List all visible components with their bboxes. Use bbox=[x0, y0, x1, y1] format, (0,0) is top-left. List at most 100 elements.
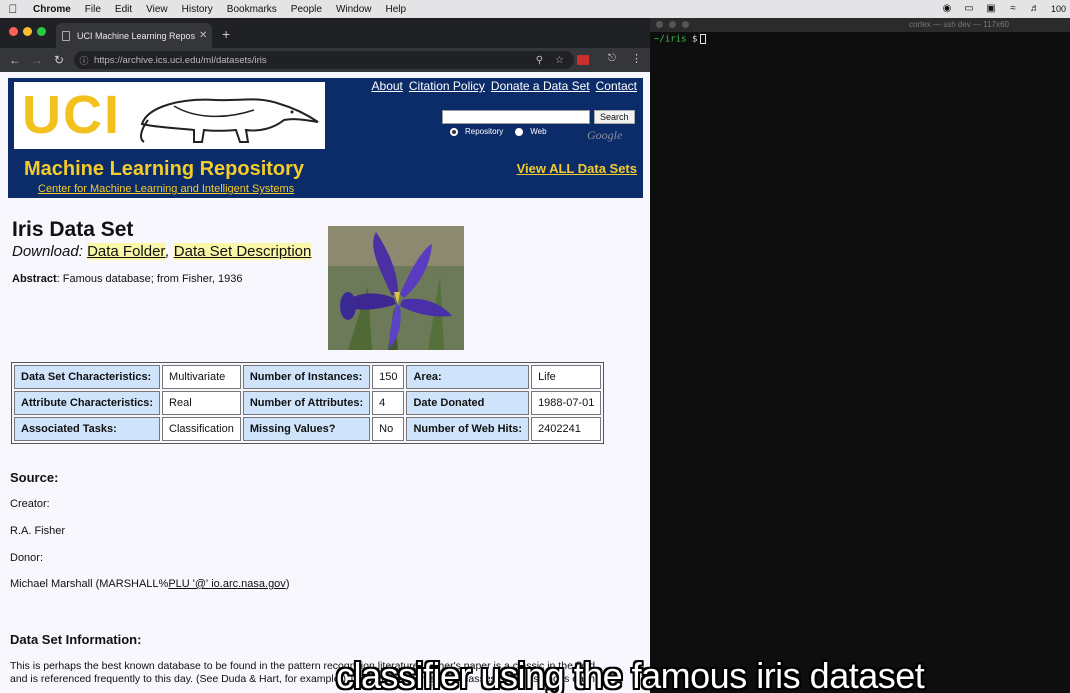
menu-bookmarks[interactable]: Bookmarks bbox=[220, 4, 284, 15]
donor-suffix: ) bbox=[285, 578, 290, 590]
table-cell: Multivariate bbox=[162, 365, 241, 389]
menu-edit[interactable]: Edit bbox=[108, 4, 139, 15]
forward-button[interactable]: → bbox=[26, 53, 48, 67]
center-link[interactable]: Center for Machine Learning and Intellig… bbox=[38, 183, 294, 195]
download-label: Download bbox=[12, 243, 79, 260]
table-header-cell: Associated Tasks: bbox=[14, 417, 161, 441]
chrome-window: UCI Machine Learning Reposito ✕ + ← → ↻ … bbox=[0, 18, 650, 693]
terminal-close-button[interactable] bbox=[656, 21, 663, 28]
tab-title: UCI Machine Learning Reposito bbox=[77, 30, 195, 41]
table-cell: Real bbox=[162, 391, 241, 415]
volume-icon[interactable]: ♬ bbox=[1029, 4, 1041, 14]
menubar-status-area: ◉ ▭ ▣ ≈ ♬ 100 bbox=[941, 4, 1070, 15]
donor-email-link[interactable]: PLU '@' io.arc.nasa.gov bbox=[168, 578, 285, 590]
radio-web-label: Web bbox=[530, 127, 547, 136]
menu-help[interactable]: Help bbox=[379, 4, 414, 15]
prompt-path: ~/iris bbox=[654, 34, 687, 45]
address-bar[interactable]: ⓘ https://archive.ics.uci.edu/ml/dataset… bbox=[74, 51, 574, 69]
table-header-cell: Date Donated bbox=[406, 391, 530, 415]
menu-file[interactable]: File bbox=[78, 4, 108, 15]
table-header-cell: Missing Values? bbox=[242, 417, 371, 441]
terminal-prompt[interactable]: ~/iris $ bbox=[654, 34, 707, 45]
radio-web[interactable] bbox=[515, 127, 524, 136]
terminal-titlebar: cortex — ssh dev — 117x60 bbox=[650, 18, 1070, 32]
menu-people[interactable]: People bbox=[284, 4, 329, 15]
table-cell: Classification bbox=[162, 417, 241, 441]
about-link[interactable]: About bbox=[372, 79, 403, 93]
page-content: UCI Machine Learning Repository Center f… bbox=[0, 72, 650, 693]
iris-flower-image bbox=[328, 226, 464, 350]
screen:  Chrome File Edit View History Bookmark… bbox=[0, 0, 1070, 693]
terminal-window[interactable]: cortex — ssh dev — 117x60 ~/iris $ bbox=[650, 18, 1070, 693]
uci-logo[interactable]: UCI bbox=[14, 82, 325, 149]
zoom-search-icon[interactable]: ⚲ bbox=[536, 55, 543, 66]
bookmark-star-icon[interactable]: ☆ bbox=[555, 55, 564, 66]
creator-label: Creator: bbox=[10, 498, 50, 510]
table-header-cell: Data Set Characteristics: bbox=[14, 365, 161, 389]
table-cell: 1988-07-01 bbox=[531, 391, 602, 415]
menu-window[interactable]: Window bbox=[329, 4, 379, 15]
radio-repository[interactable] bbox=[450, 127, 458, 136]
menu-history[interactable]: History bbox=[175, 4, 220, 15]
table-header-cell: Number of Attributes: bbox=[242, 391, 371, 415]
abstract-text: : Famous database; from Fisher, 1936 bbox=[56, 273, 243, 285]
prompt-symbol: $ bbox=[691, 34, 698, 45]
contact-link[interactable]: Contact bbox=[596, 79, 637, 93]
table-cell: 4 bbox=[372, 391, 405, 415]
menu-app-name[interactable]: Chrome bbox=[26, 4, 78, 15]
google-logo: Google bbox=[587, 128, 623, 142]
back-button[interactable]: ← bbox=[4, 53, 26, 67]
cast-icon[interactable]: ⎋ bbox=[608, 53, 616, 64]
view-all-datasets-link[interactable]: View ALL Data Sets bbox=[517, 161, 637, 176]
repository-title[interactable]: Machine Learning Repository bbox=[24, 158, 304, 181]
tab-strip: UCI Machine Learning Reposito ✕ + bbox=[0, 18, 650, 48]
abstract-label: Abstract bbox=[12, 273, 57, 285]
battery-percent: 100 bbox=[1050, 4, 1066, 14]
table-header-cell: Area: bbox=[406, 365, 530, 389]
window-minimize-button[interactable] bbox=[23, 27, 32, 36]
video-subtitle: classifier using the famous iris dataset bbox=[336, 655, 925, 693]
citation-policy-link[interactable]: Citation Policy bbox=[409, 79, 485, 93]
airplay-icon[interactable]: ▭ bbox=[963, 4, 975, 14]
macos-menubar:  Chrome File Edit View History Bookmark… bbox=[0, 0, 1070, 18]
radio-repository-label: Repository bbox=[465, 127, 504, 136]
dataset-information-heading: Data Set Information: bbox=[10, 632, 142, 647]
apple-icon[interactable]:  bbox=[0, 2, 26, 16]
chrome-menu-icon[interactable]: ⋮ bbox=[631, 52, 642, 65]
uci-logo-text: UCI bbox=[22, 85, 121, 145]
table-cell: No bbox=[372, 417, 405, 441]
terminal-zoom-button[interactable] bbox=[682, 21, 689, 28]
terminal-cursor bbox=[700, 34, 707, 44]
donate-link[interactable]: Donate a Data Set bbox=[491, 79, 590, 93]
source-heading: Source: bbox=[10, 470, 59, 485]
url-text[interactable]: https://archive.ics.uci.edu/ml/datasets/… bbox=[94, 55, 267, 66]
donor-line: Michael Marshall (MARSHALL%PLU '@' io.ar… bbox=[10, 578, 289, 590]
search-scope-radios: Repository Web bbox=[450, 127, 547, 136]
extension-icon[interactable] bbox=[577, 55, 589, 65]
table-row: Data Set Characteristics: Multivariate N… bbox=[14, 365, 602, 389]
window-zoom-button[interactable] bbox=[37, 27, 46, 36]
site-info-icon[interactable]: ⓘ bbox=[74, 54, 94, 67]
reload-button[interactable]: ↻ bbox=[48, 53, 70, 67]
screen-icon[interactable]: ▣ bbox=[985, 4, 997, 14]
search-button[interactable]: Search bbox=[594, 110, 635, 124]
search-input[interactable] bbox=[442, 110, 590, 124]
menu-view[interactable]: View bbox=[139, 4, 175, 15]
tab-close-icon[interactable]: ✕ bbox=[199, 30, 207, 41]
new-tab-button[interactable]: + bbox=[222, 26, 230, 42]
table-cell: 150 bbox=[372, 365, 405, 389]
browser-tab-active[interactable]: UCI Machine Learning Reposito ✕ bbox=[56, 23, 212, 48]
wifi-icon[interactable]: ≈ bbox=[1007, 4, 1019, 14]
dataset-characteristics-table: Data Set Characteristics: Multivariate N… bbox=[11, 362, 605, 444]
page-icon bbox=[62, 30, 70, 41]
data-folder-link[interactable]: Data Folder bbox=[87, 243, 166, 260]
creator-name: R.A. Fisher bbox=[10, 525, 66, 537]
window-close-button[interactable] bbox=[9, 27, 18, 36]
terminal-minimize-button[interactable] bbox=[669, 21, 676, 28]
table-header-cell: Attribute Characteristics: bbox=[14, 391, 161, 415]
browser-toolbar: ← → ↻ ⓘ https://archive.ics.uci.edu/ml/d… bbox=[0, 48, 650, 72]
dataset-description-link[interactable]: Data Set Description bbox=[173, 243, 312, 260]
uci-header: UCI Machine Learning Repository Center f… bbox=[8, 78, 643, 198]
record-icon[interactable]: ◉ bbox=[941, 4, 953, 14]
table-cell: 2402241 bbox=[531, 417, 602, 441]
